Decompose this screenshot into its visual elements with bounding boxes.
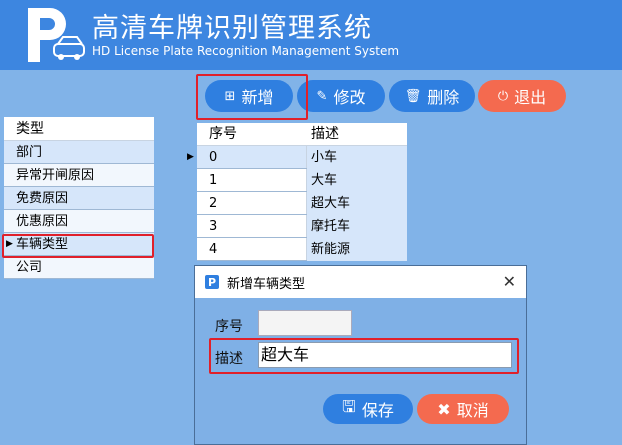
cancel-icon: ✖ — [437, 399, 451, 419]
type-item-discount[interactable]: 优惠原因 — [4, 210, 154, 233]
dialog-title: 新增车辆类型 — [227, 276, 306, 292]
app-header: 高清车牌识别管理系统 HD License Plate Recognition … — [0, 0, 622, 70]
data-grid: 序号 描述 ▶ 0 小车 1 大车 2 超大车 3 摩托车 4 新能源 — [187, 123, 407, 261]
save-button[interactable]: 🖫 保存 — [323, 394, 413, 424]
row-pointer-icon: ▶ — [187, 152, 194, 162]
cancel-button[interactable]: ✖ 取消 — [417, 394, 509, 424]
close-icon[interactable]: ✕ — [503, 272, 516, 291]
app-logo-icon: P — [205, 275, 219, 289]
grid-row[interactable]: 4 新能源 — [197, 238, 407, 261]
exit-button[interactable]: ⏻ 退出 — [478, 80, 566, 112]
delete-button[interactable]: 🗑 删除 — [389, 80, 475, 112]
add-button-highlight — [196, 74, 308, 120]
dialog-title-bar: P 新增车辆类型 ✕ — [195, 266, 526, 298]
type-item-dept[interactable]: 部门 — [4, 141, 154, 164]
grid-row[interactable]: 2 超大车 — [197, 192, 407, 215]
type-list-header: 类型 — [4, 117, 154, 141]
trash-icon: 🗑 — [404, 88, 422, 104]
edit-button[interactable]: ✎ 修改 — [297, 80, 385, 112]
add-vehicle-type-dialog: P 新增车辆类型 ✕ 序号 描述 超大车 🖫 保存 ✖ 取消 — [194, 265, 527, 445]
vehicle-type-highlight — [2, 234, 154, 258]
grid-row[interactable]: ▶ 0 小车 — [187, 146, 407, 169]
app-subtitle: HD License Plate Recognition Management … — [92, 44, 400, 58]
grid-row[interactable]: 3 摩托车 — [197, 215, 407, 238]
type-item-abnormal[interactable]: 异常开闸原因 — [4, 164, 154, 187]
type-item-company[interactable]: 公司 — [4, 256, 154, 279]
type-item-free[interactable]: 免费原因 — [4, 187, 154, 210]
parking-logo-icon — [28, 8, 85, 62]
grid-header: 序号 描述 — [197, 123, 407, 146]
grid-row[interactable]: 1 大车 — [197, 169, 407, 192]
app-title: 高清车牌识别管理系统 — [92, 13, 372, 44]
save-icon: 🖫 — [342, 396, 356, 416]
edit-icon: ✎ — [316, 88, 328, 104]
desc-field-highlight — [209, 338, 519, 374]
exit-icon: ⏻ — [497, 88, 509, 104]
id-label: 序号 — [215, 319, 243, 335]
id-field[interactable] — [258, 310, 352, 336]
